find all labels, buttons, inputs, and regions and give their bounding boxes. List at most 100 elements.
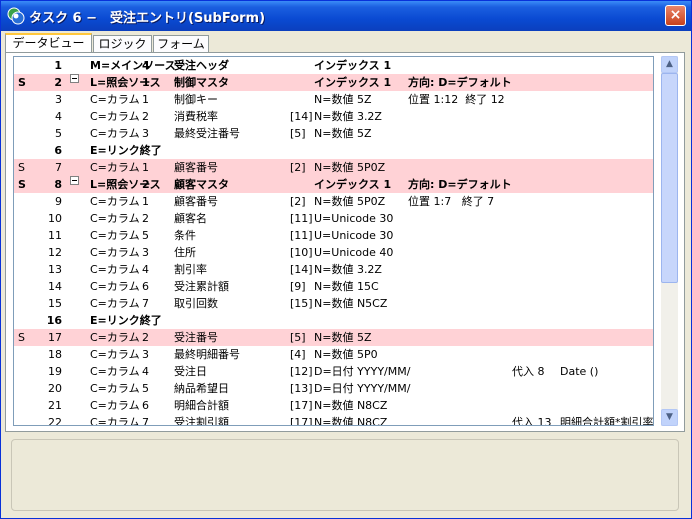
cell-name: 住所 (174, 246, 196, 259)
cell-field: N=数値 N8CZ (314, 399, 388, 412)
table-row[interactable]: S 7 C=カラム 1 顧客番号 [2] N=数値 5P0Z (14, 159, 653, 176)
table-row[interactable]: 1 M=メインソース 4 受注ヘッダ インデックス 1 (14, 57, 653, 74)
cell-type: C=カラム (90, 161, 140, 174)
cell-size: [13] (290, 382, 313, 395)
table-row[interactable]: 22 C=カラム 7 受注割引額 [17] N=数値 N8CZ 代入 13 明細合計額*割引率 (14, 414, 653, 426)
cell-size: [2] (290, 195, 306, 208)
cell-name: 取引回数 (174, 297, 218, 310)
collapse-icon[interactable] (70, 176, 79, 185)
table-row[interactable]: 14 C=カラム 6 受注累計額 [9] N=数値 15C (14, 278, 653, 295)
cell-idx: 7 (142, 297, 149, 310)
table-row[interactable]: 15 C=カラム 7 取引回数 [15] N=数値 N5CZ (14, 295, 653, 312)
cell-flag: S (18, 178, 26, 191)
cell-type: E=リンク終了 (90, 314, 162, 327)
close-icon: × (669, 7, 682, 23)
cell-name: 顧客名 (174, 212, 207, 225)
cell-num: 18 (48, 348, 62, 361)
cell-size: [10] (290, 246, 313, 259)
cell-idx: 7 (142, 416, 149, 426)
cell-idx: 1 (142, 161, 149, 174)
data-view-panel: 1 M=メインソース 4 受注ヘッダ インデックス 1 S 2 L=照会ソース 1 制御マスタ イン… (5, 52, 685, 432)
table-row[interactable]: S 17 C=カラム 2 受注番号 [5] N=数値 5Z (14, 329, 653, 346)
table-row[interactable]: 9 C=カラム 1 顧客番号 [2] N=数値 5P0Z 位置 1:7 終了 7 (14, 193, 653, 210)
tab-logic[interactable]: ロジック (93, 35, 152, 52)
cell-name: 顧客マスタ (174, 178, 229, 191)
cell-num: 12 (48, 246, 62, 259)
cell-num: 4 (55, 110, 62, 123)
table-row[interactable]: 10 C=カラム 2 顧客名 [11] U=Unicode 30 (14, 210, 653, 227)
table-row[interactable]: 12 C=カラム 3 住所 [10] U=Unicode 40 (14, 244, 653, 261)
cell-idx: 5 (142, 229, 149, 242)
cell-type: C=カラム (90, 246, 140, 259)
cell-size: [11] (290, 212, 313, 225)
cell-field: N=数値 15C (314, 280, 379, 293)
cell-flag: S (18, 161, 25, 174)
cell-type: L=照会ソース (90, 178, 161, 191)
cell-field: N=数値 5P0Z (314, 195, 386, 208)
cell-idx: 2 (142, 178, 150, 191)
cell-num: 5 (55, 127, 62, 140)
table-row[interactable]: 5 C=カラム 3 最終受注番号 [5] N=数値 5Z (14, 125, 653, 142)
cell-num: 3 (55, 93, 62, 106)
cell-field: N=数値 5P0 (314, 348, 378, 361)
cell-num: 22 (48, 416, 62, 426)
cell-field: U=Unicode 30 (314, 229, 394, 242)
cell-size: [11] (290, 229, 313, 242)
cell-size: [14] (290, 110, 313, 123)
table-row[interactable]: 20 C=カラム 5 納品希望日 [13] D=日付 YYYY/MM/ (14, 380, 653, 397)
cell-field: インデックス 1 (314, 76, 392, 89)
cell-field: N=数値 5Z (314, 127, 372, 140)
tab-form[interactable]: フォーム (153, 35, 209, 52)
cell-type: C=カラム (90, 348, 140, 361)
table-row[interactable]: 13 C=カラム 4 割引率 [14] N=数値 3.2Z (14, 261, 653, 278)
title-bar[interactable]: タスク 6 − 受注エントリ(SubForm) × (1, 1, 691, 31)
scroll-up-button[interactable]: ▲ (661, 56, 678, 73)
close-button[interactable]: × (665, 5, 686, 26)
table-row[interactable]: 11 C=カラム 5 条件 [11] U=Unicode 30 (14, 227, 653, 244)
cell-num: 15 (48, 297, 62, 310)
table-row[interactable]: 18 C=カラム 3 最終明細番号 [4] N=数値 5P0 (14, 346, 653, 363)
table-row[interactable]: 19 C=カラム 4 受注日 [12] D=日付 YYYY/MM/代入 8 Date () (14, 363, 653, 380)
cell-num: 11 (48, 229, 62, 242)
cell-name: 制御キー (174, 93, 218, 106)
cell-size: [15] (290, 297, 313, 310)
table-row[interactable]: 3 C=カラム 1 制御キー N=数値 5Z 位置 1:12 終了 12 (14, 91, 653, 108)
cell-name: 顧客番号 (174, 195, 218, 208)
cell-field: N=数値 3.2Z (314, 110, 382, 123)
data-grid: 1 M=メインソース 4 受注ヘッダ インデックス 1 S 2 L=照会ソース 1 制御マスタ イン… (13, 56, 654, 426)
scroll-down-button[interactable]: ▼ (661, 409, 678, 426)
cell-field: U=Unicode 30 (314, 212, 394, 225)
tab-data-view[interactable]: データビュー (5, 33, 92, 53)
table-row[interactable]: 6 E=リンク終了 (14, 142, 653, 159)
cell-extra: 方向: D=デフォルト (408, 76, 512, 89)
cell-type: C=カラム (90, 399, 140, 412)
cell-num: 2 (54, 76, 62, 89)
table-row[interactable]: 16 E=リンク終了 (14, 312, 653, 329)
cell-flag: S (18, 76, 26, 89)
cell-name: 受注日 (174, 365, 207, 378)
collapse-icon[interactable] (70, 74, 79, 83)
cell-field: D=日付 YYYY/MM/ (314, 365, 411, 378)
cell-num: 7 (55, 161, 62, 174)
chevron-up-icon: ▲ (666, 59, 673, 69)
cell-idx: 1 (142, 195, 149, 208)
scroll-thumb[interactable] (661, 73, 678, 283)
table-row[interactable]: 21 C=カラム 6 明細合計額 [17] N=数値 N8CZ (14, 397, 653, 414)
cell-idx: 5 (142, 382, 149, 395)
table-row[interactable]: 4 C=カラム 2 消費税率 [14] N=数値 3.2Z (14, 108, 653, 125)
cell-type: C=カラム (90, 93, 140, 106)
table-row[interactable]: S 8 L=照会ソース 2 顧客マスタ インデックス 1 方向: D=デフォルト (14, 176, 653, 193)
cell-idx: 3 (142, 127, 149, 140)
cell-field: インデックス 1 (314, 178, 392, 191)
cell-idx: 1 (142, 76, 150, 89)
cell-idx: 2 (142, 110, 149, 123)
vertical-scrollbar[interactable]: ▲ ▼ (661, 56, 678, 426)
cell-name: 最終明細番号 (174, 348, 240, 361)
cell-num: 16 (46, 314, 62, 327)
cell-name: 消費税率 (174, 110, 218, 123)
cell-name: 顧客番号 (174, 161, 218, 174)
cell-type: C=カラム (90, 229, 140, 242)
cell-idx: 2 (142, 331, 149, 344)
table-row[interactable]: S 2 L=照会ソース 1 制御マスタ インデックス 1 方向: D=デフォルト (14, 74, 653, 91)
cell-name: 受注割引額 (174, 416, 229, 426)
